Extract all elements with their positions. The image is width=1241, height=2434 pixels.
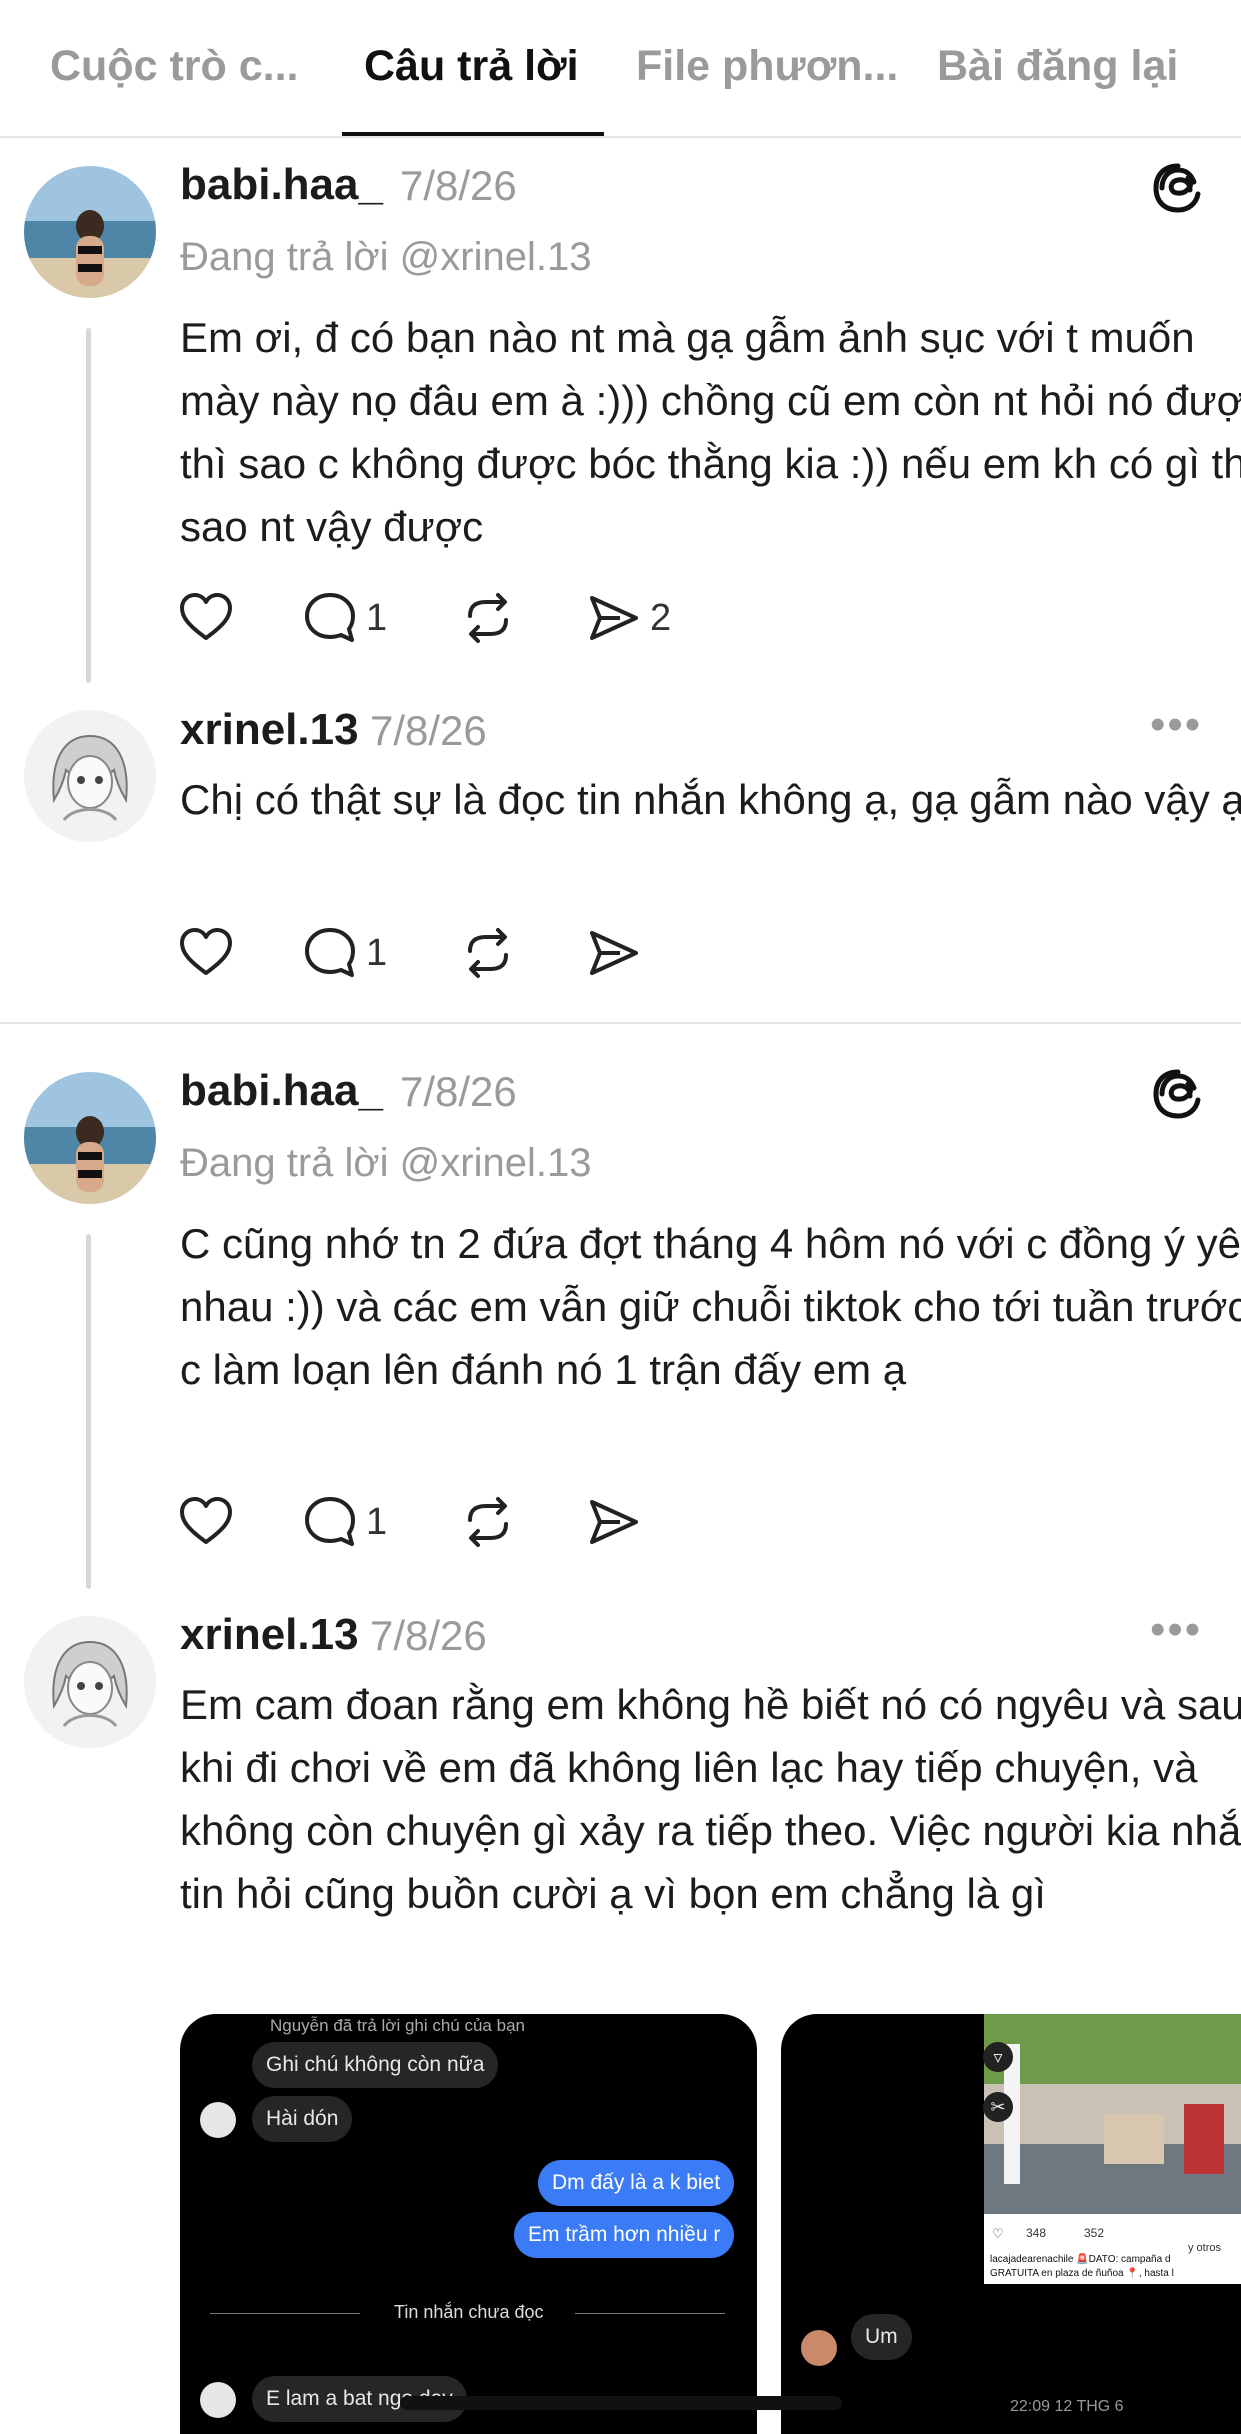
threads-logo-icon[interactable] <box>1150 160 1206 216</box>
comment-button[interactable]: 1 <box>302 590 387 646</box>
tab-conversations[interactable]: Cuộc trò c... <box>50 42 298 91</box>
post-text: Chị có thật sự là đọc tin nhắn không ạ, … <box>180 776 1241 823</box>
timestamp: 22:09 12 THG 6 <box>1010 2398 1124 2415</box>
note-bubble: Ghi chú không còn nữa <box>252 2042 499 2088</box>
comment-icon <box>305 928 355 977</box>
repost-icon <box>468 928 508 978</box>
like-button[interactable] <box>178 1494 234 1550</box>
repost-icon <box>468 1497 508 1547</box>
post-caption: lacajadearenachile 🚨DATO: campaña d <box>990 2254 1171 2265</box>
message-incoming: Hài dón <box>252 2096 353 2142</box>
avatar[interactable] <box>24 710 156 842</box>
avatar[interactable] <box>24 1072 156 1204</box>
threads-logo-icon[interactable] <box>1150 1066 1206 1122</box>
username[interactable]: xrinel.13 <box>180 705 359 755</box>
replying-to[interactable]: Đang trả lời @xrinel.13 <box>180 1141 591 1186</box>
heart-icon: ♡ <box>992 2226 1004 2241</box>
post-shares: 352 <box>1084 2226 1105 2240</box>
repost-icon <box>468 593 508 643</box>
unread-label: Tin nhắn chưa đọc <box>394 2302 544 2322</box>
tab-media[interactable]: File phươn... <box>636 42 898 91</box>
comment-icon <box>305 593 355 642</box>
more-icon[interactable]: ••• <box>1150 1605 1202 1655</box>
thread-line <box>86 1234 91 1589</box>
post-text: Em ơi, đ có bạn nào nt mà gạ gẫm ảnh sục… <box>180 314 1241 550</box>
divider <box>0 1022 1241 1024</box>
tab-reposts[interactable]: Bài đăng lại <box>937 42 1178 91</box>
avatar <box>801 2330 837 2366</box>
post-date: 7/8/26 <box>370 1612 487 1659</box>
post-date: 7/8/26 <box>400 1068 517 1115</box>
story-photo <box>984 2014 1241 2214</box>
active-tab-indicator <box>342 132 604 136</box>
post-date: 7/8/26 <box>370 707 487 754</box>
attached-image-chat[interactable]: Nguyễn đã trả lời ghi chú của bạn Ghi ch… <box>180 2014 757 2434</box>
comment-button[interactable]: 1 <box>302 1494 387 1550</box>
post-likes: 348 <box>1026 2226 1047 2240</box>
heart-icon <box>180 593 232 640</box>
comment-count: 1 <box>366 596 388 639</box>
divider <box>575 2313 725 2314</box>
post-caption: GRATUITA en plaza de ñuñoa 📍, hasta l <box>990 2268 1174 2279</box>
share-icon <box>590 1500 638 1544</box>
message-incoming: Um <box>851 2314 912 2360</box>
comment-button[interactable]: 1 <box>302 925 387 981</box>
more-icon[interactable]: ••• <box>1150 700 1202 750</box>
share-icon <box>590 931 638 975</box>
post-others: y otros <box>1188 2242 1222 2254</box>
reply-header: Nguyễn đã trả lời ghi chú của bạn <box>270 2016 525 2035</box>
username[interactable]: xrinel.13 <box>180 1610 359 1660</box>
share-button[interactable] <box>586 1494 642 1550</box>
repost-button[interactable] <box>460 925 516 981</box>
post-text: C cũng nhớ tn 2 đứa đợt tháng 4 hôm nó v… <box>180 1220 1241 1393</box>
avatar[interactable] <box>24 166 156 298</box>
avatar[interactable] <box>24 1616 156 1748</box>
heart-icon <box>180 1497 232 1544</box>
like-button[interactable] <box>178 590 234 646</box>
share-button[interactable] <box>586 925 642 981</box>
message-outgoing: Em trầm hơn nhiều r <box>514 2212 735 2258</box>
send-icon[interactable]: ▿ <box>983 2042 1013 2072</box>
like-button[interactable] <box>178 925 234 981</box>
share-icon <box>590 596 638 640</box>
username[interactable]: babi.haa_ <box>180 1066 383 1116</box>
replying-to[interactable]: Đang trả lời @xrinel.13 <box>180 235 591 280</box>
repost-button[interactable] <box>460 590 516 646</box>
avatar <box>200 2382 236 2418</box>
heart-icon <box>180 928 232 975</box>
repost-button[interactable] <box>460 1494 516 1550</box>
username[interactable]: babi.haa_ <box>180 160 383 210</box>
post-text: Em cam đoan rằng em không hề biết nó có … <box>180 1681 1241 1917</box>
tab-bar: Cuộc trò c... Câu trả lời File phươn... … <box>0 0 1241 138</box>
thread-line <box>86 328 91 683</box>
message-outgoing: Dm đấy là a k biet <box>538 2160 735 2206</box>
share-count: 2 <box>650 596 672 639</box>
home-indicator[interactable] <box>400 2396 842 2410</box>
tools-icon[interactable]: ✂ <box>983 2092 1013 2122</box>
comment-count: 1 <box>366 1500 388 1543</box>
post-date: 7/8/26 <box>400 162 517 209</box>
divider <box>210 2313 360 2314</box>
share-button[interactable]: 2 <box>586 590 671 646</box>
comment-icon <box>305 1497 355 1546</box>
tab-replies[interactable]: Câu trả lời <box>364 42 579 91</box>
comment-count: 1 <box>366 931 388 974</box>
post-preview: ♡ 348 352 y otros lacajadearenachile 🚨DA… <box>984 2214 1241 2284</box>
avatar <box>200 2102 236 2138</box>
attached-image-story[interactable]: ♡ 348 352 y otros lacajadearenachile 🚨DA… <box>781 2014 1241 2434</box>
